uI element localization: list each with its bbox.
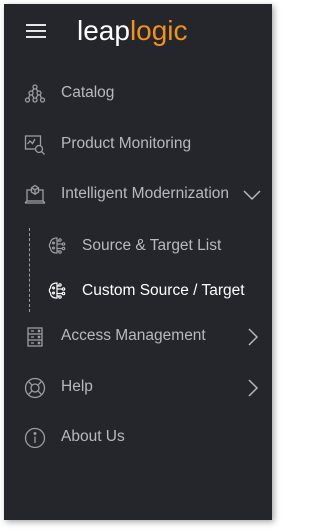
sidebar-item-help[interactable]: Help <box>4 368 272 408</box>
logo-text-logic: logic <box>129 15 188 46</box>
info-circle-icon <box>24 427 46 449</box>
sidebar-item-label: Intelligent Modernization <box>61 185 230 202</box>
sidebar-item-product-monitoring[interactable]: Product Monitoring <box>4 125 272 165</box>
sidebar-item-access-management[interactable]: Access Management <box>4 317 272 357</box>
chevron-down-icon[interactable] <box>243 186 261 204</box>
sidebar-item-label: About Us <box>61 428 125 445</box>
brain-circuit-icon <box>47 236 67 256</box>
sidebar-item-catalog[interactable]: Catalog <box>4 74 272 114</box>
catalog-tree-icon <box>24 83 46 105</box>
sidebar-item-label: Access Management <box>61 327 206 344</box>
chevron-right-icon[interactable] <box>244 328 262 346</box>
sidebar-item-label: Help <box>61 378 93 395</box>
hamburger-menu-icon[interactable] <box>26 24 46 38</box>
brain-circuit-icon <box>47 281 67 301</box>
brand-logo: leaplogic <box>77 13 188 49</box>
submenu-item-source-target-list[interactable]: Source & Target List <box>4 228 272 264</box>
sidebar-item-label: Product Monitoring <box>61 135 192 152</box>
lifebuoy-icon <box>24 377 46 399</box>
submenu-item-custom-source-target[interactable]: Custom Source / Target <box>4 273 272 309</box>
sidebar-item-about-us[interactable]: About Us <box>4 418 272 458</box>
sidebar-item-label: Catalog <box>61 84 115 101</box>
laptop-modernize-icon <box>24 184 46 206</box>
submenu-item-label: Custom Source / Target <box>82 282 245 299</box>
sidebar-item-intelligent-modernization[interactable]: Intelligent Modernization <box>4 175 272 215</box>
logo-text-leap: leap <box>77 15 130 46</box>
chevron-right-icon[interactable] <box>244 379 262 397</box>
submenu-item-label: Source & Target List <box>82 237 222 254</box>
sidebar: leaplogic Catalog Product Monitoring Int… <box>4 4 272 520</box>
monitor-search-icon <box>24 134 46 156</box>
server-rack-icon <box>24 326 46 348</box>
sidebar-header: leaplogic <box>4 4 272 60</box>
